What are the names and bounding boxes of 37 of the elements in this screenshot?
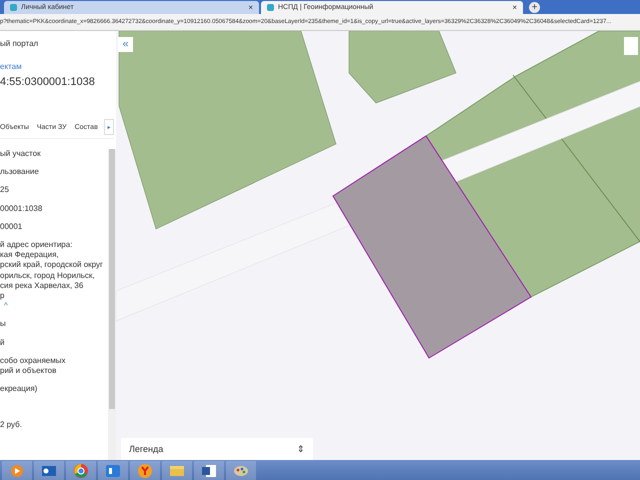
- media-player-icon[interactable]: [2, 461, 32, 480]
- link[interactable]: ектам: [0, 62, 108, 71]
- info-text: 2 руб.: [0, 420, 23, 431]
- cadastral-number: 4:55:0300001:1038: [0, 76, 96, 90]
- close-tab-button[interactable]: ×: [512, 3, 517, 12]
- info-text: ы: [0, 319, 7, 330]
- info-text: ый участок: [0, 149, 42, 160]
- info-text: рский край, городской округ: [0, 260, 104, 271]
- page-icon: [10, 4, 17, 11]
- info-text: й: [0, 338, 6, 348]
- collapse-toggle[interactable]: ^: [0, 301, 12, 312]
- legend-dropdown[interactable]: Легенда ⇕: [121, 438, 313, 460]
- browser-icon[interactable]: [66, 461, 96, 480]
- info-text: 25: [0, 185, 10, 196]
- selected-parcel[interactable]: [332, 135, 532, 359]
- info-text: 00001:1038: [0, 204, 44, 214]
- info-text: собо охраняемых: [0, 356, 66, 366]
- info-text: р: [0, 291, 6, 302]
- new-tab-button[interactable]: +: [529, 2, 540, 13]
- info-text: рий и объектов: [0, 366, 58, 376]
- info-text: орильск, город Норильск,: [0, 270, 96, 281]
- info-text: кая Федерация,: [0, 250, 60, 260]
- page-icon: [267, 4, 274, 11]
- land-parcel[interactable]: [118, 31, 336, 230]
- portal-title: ый портал: [0, 39, 40, 48]
- app-icon[interactable]: [98, 461, 128, 480]
- collapse-button[interactable]: «: [118, 37, 133, 52]
- land-parcel[interactable]: [348, 31, 456, 104]
- info-text: й адрес ориентира:: [0, 240, 74, 250]
- document-icon[interactable]: [194, 461, 224, 480]
- info-text: 00001: [0, 222, 24, 232]
- scrollbar[interactable]: [108, 149, 116, 460]
- info-text: льзование: [0, 167, 40, 178]
- info-text: сия река Харвелах, 36: [0, 280, 84, 292]
- close-tab-button[interactable]: ×: [248, 3, 253, 12]
- updown-caret-icon: ⇕: [297, 444, 305, 454]
- info-text: екреация): [0, 384, 38, 394]
